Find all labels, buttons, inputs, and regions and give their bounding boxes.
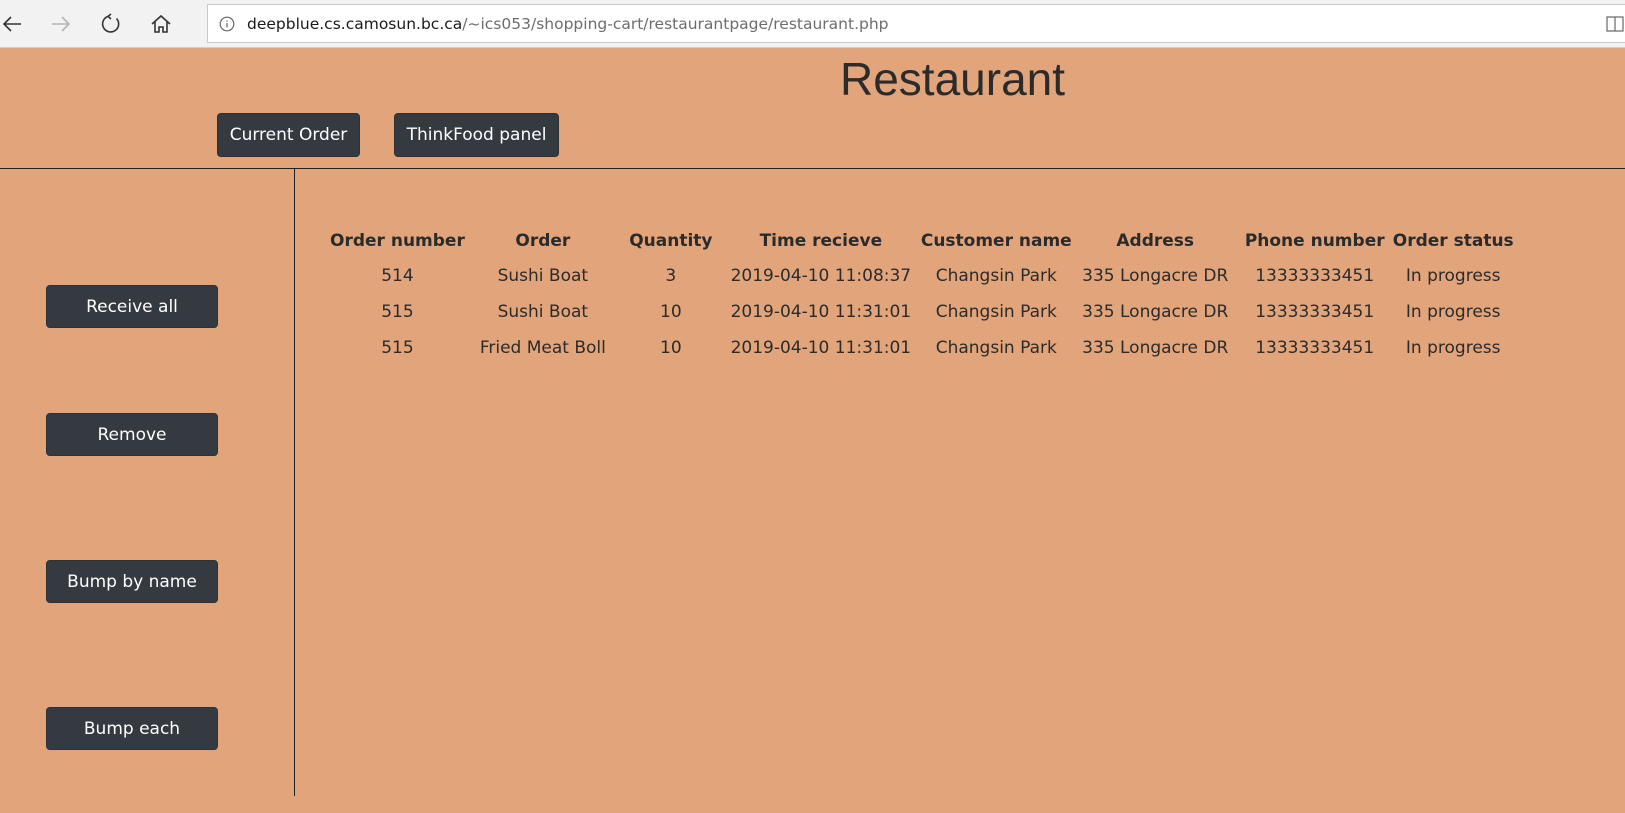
table-cell: Changsin Park bbox=[935, 302, 1057, 322]
bump-each-button[interactable]: Bump each bbox=[46, 707, 218, 750]
receive-all-button[interactable]: Receive all bbox=[46, 285, 218, 328]
back-button[interactable] bbox=[0, 8, 28, 40]
table-cell: In progress bbox=[1405, 266, 1501, 286]
forward-arrow-icon bbox=[52, 16, 71, 32]
column-header: Time recieve bbox=[759, 231, 883, 251]
table-cell: 335 Longacre DR bbox=[1082, 266, 1229, 286]
reading-view-icon[interactable] bbox=[1606, 15, 1624, 33]
table-cell: Sushi Boat bbox=[497, 302, 589, 322]
table-cell: 13333333451 bbox=[1255, 266, 1375, 286]
table-header-row: Order number Order Quantity Time recieve… bbox=[330, 224, 1516, 258]
sidebar-divider bbox=[294, 169, 295, 796]
table-cell: 515 bbox=[381, 302, 414, 322]
refresh-icon bbox=[101, 13, 120, 33]
orders-table: Order number Order Quantity Time recieve… bbox=[330, 224, 1516, 366]
table-cell: Fried Meat Boll bbox=[479, 338, 606, 358]
table-cell: 335 Longacre DR bbox=[1082, 302, 1229, 322]
table-cell: Changsin Park bbox=[935, 338, 1057, 358]
table-cell: 2019-04-10 11:31:01 bbox=[730, 302, 912, 322]
bump-by-name-button[interactable]: Bump by name bbox=[46, 560, 218, 603]
table-cell: 3 bbox=[665, 266, 677, 286]
column-header: Address bbox=[1116, 231, 1195, 251]
table-row[interactable]: 515 Sushi Boat 10 2019-04-10 11:31:01 Ch… bbox=[330, 294, 1516, 330]
column-header: Quantity bbox=[629, 231, 713, 251]
table-cell: 13333333451 bbox=[1255, 302, 1375, 322]
table-cell: Sushi Boat bbox=[497, 266, 589, 286]
column-header: Customer name bbox=[920, 231, 1072, 251]
forward-button[interactable] bbox=[45, 8, 77, 40]
refresh-button[interactable] bbox=[95, 8, 127, 40]
remove-button[interactable]: Remove bbox=[46, 413, 218, 456]
table-cell: 514 bbox=[381, 266, 414, 286]
browser-toolbar: deepblue.cs.camosun.bc.ca/~ics053/shoppi… bbox=[0, 0, 1625, 48]
thinkfood-panel-button[interactable]: ThinkFood panel bbox=[394, 113, 559, 157]
url-domain: deepblue.cs.camosun.bc.ca bbox=[247, 14, 463, 33]
info-icon[interactable] bbox=[219, 16, 235, 32]
home-button[interactable] bbox=[145, 8, 177, 40]
table-cell: 2019-04-10 11:08:37 bbox=[730, 266, 912, 286]
table-cell: 10 bbox=[660, 338, 682, 358]
back-arrow-icon bbox=[2, 16, 21, 32]
current-order-button[interactable]: Current Order bbox=[217, 113, 360, 157]
table-cell: In progress bbox=[1405, 302, 1501, 322]
table-cell: Changsin Park bbox=[935, 266, 1057, 286]
column-header: Order bbox=[515, 231, 571, 251]
url-path: /~ics053/shopping-cart/restaurantpage/re… bbox=[462, 14, 889, 33]
table-row[interactable]: 515 Fried Meat Boll 10 2019-04-10 11:31:… bbox=[330, 330, 1516, 366]
home-icon bbox=[151, 14, 171, 33]
header-divider bbox=[0, 168, 1625, 169]
column-header: Order status bbox=[1392, 231, 1514, 251]
column-header: Phone number bbox=[1244, 231, 1385, 251]
table-row[interactable]: 514 Sushi Boat 3 2019-04-10 11:08:37 Cha… bbox=[330, 258, 1516, 294]
address-bar[interactable]: deepblue.cs.camosun.bc.ca/~ics053/shoppi… bbox=[207, 4, 1625, 43]
column-header: Order number bbox=[330, 231, 465, 251]
table-cell: 10 bbox=[660, 302, 682, 322]
table-cell: 13333333451 bbox=[1255, 338, 1375, 358]
table-cell: 2019-04-10 11:31:01 bbox=[730, 338, 912, 358]
page-title: Restaurant bbox=[840, 53, 1066, 105]
table-cell: In progress bbox=[1405, 338, 1501, 358]
table-cell: 335 Longacre DR bbox=[1082, 338, 1229, 358]
table-cell: 515 bbox=[381, 338, 414, 358]
